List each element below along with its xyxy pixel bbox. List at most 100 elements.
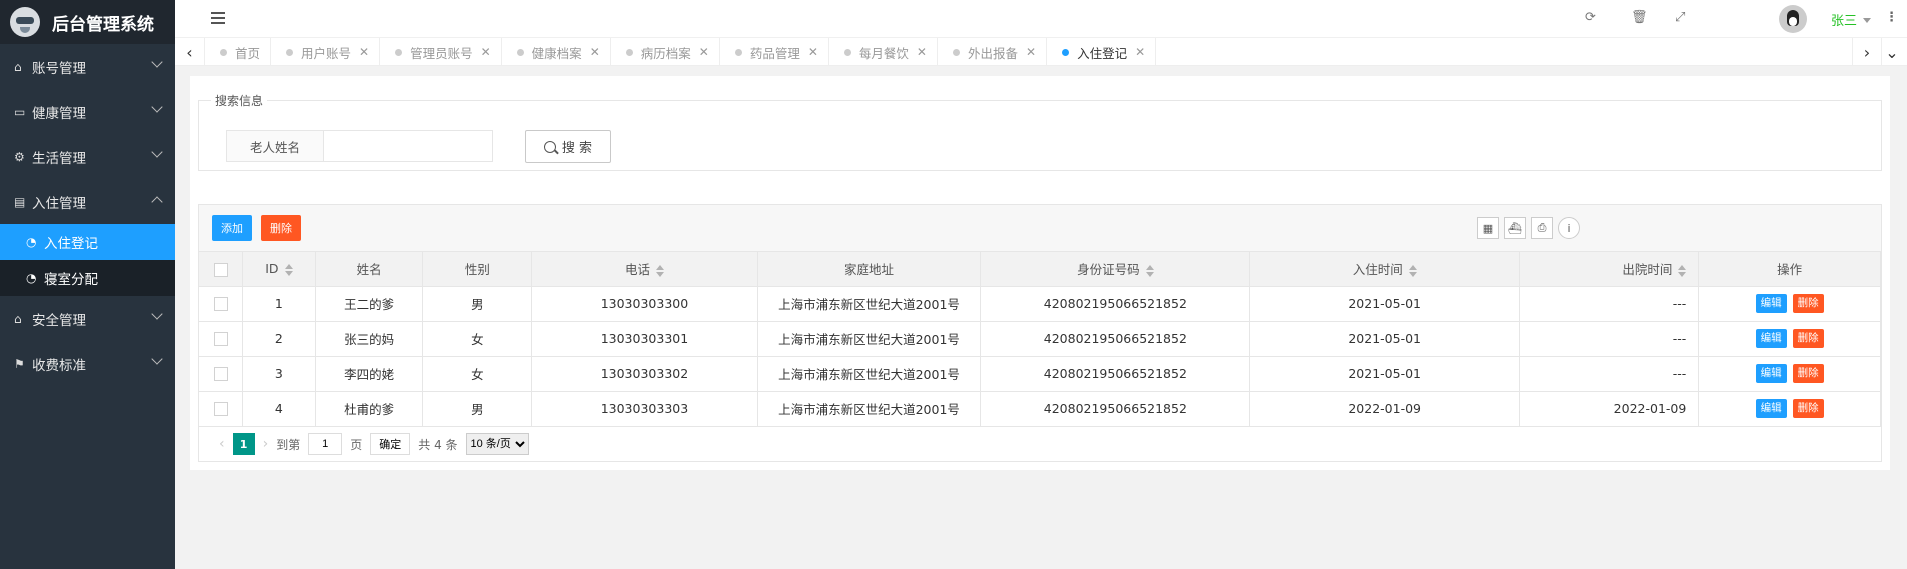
current-page-button[interactable]: 1 — [232, 433, 255, 455]
row-checkbox[interactable] — [213, 297, 228, 312]
tab-dot-icon — [843, 48, 851, 56]
flag-icon: ⚑ — [14, 356, 25, 371]
tab-scroll-left-icon[interactable]: ‹ — [175, 38, 205, 66]
sidebar-item-label: 入住管理 — [32, 195, 86, 212]
sidebar-item-label: 安全管理 — [32, 312, 86, 329]
cell-gender: 男 — [422, 286, 533, 322]
sidebar-item[interactable]: ▭ 健康管理 — [0, 89, 175, 134]
delete-button[interactable]: 删除 — [1792, 294, 1824, 313]
edit-button[interactable]: 编辑 — [1755, 364, 1787, 383]
sort-icon[interactable] — [655, 264, 664, 277]
tab-label: 健康档案 — [531, 45, 582, 61]
delete-button[interactable]: 删除 — [1792, 364, 1824, 383]
sidebar-item[interactable]: ⌂ 安全管理 — [0, 296, 175, 341]
cell-phone: 13030303303 — [531, 391, 758, 427]
search-legend: 搜索信息 — [215, 94, 264, 108]
col-header-id[interactable]: ID — [242, 252, 316, 287]
row-checkbox[interactable] — [213, 402, 228, 417]
col-header-phone[interactable]: 电话 — [531, 252, 758, 287]
edit-button[interactable]: 编辑 — [1755, 294, 1787, 313]
tab[interactable]: 健康档案 ✕ — [502, 38, 611, 66]
close-icon[interactable]: ✕ — [590, 45, 600, 59]
row-select-cell — [199, 356, 244, 392]
table-toolbar: 添加 删除 ▦ ⛴ ⎙ i — [199, 205, 1881, 252]
edit-button[interactable]: 编辑 — [1755, 399, 1787, 418]
cell-checkin: 2021-05-01 — [1249, 321, 1521, 357]
sort-icon[interactable] — [1678, 264, 1687, 277]
sort-icon[interactable] — [284, 263, 293, 276]
sidebar-item[interactable]: ▤ 入住管理 — [0, 179, 175, 224]
tab[interactable]: 外出报备 ✕ — [938, 38, 1048, 66]
search-button[interactable]: 搜 索 — [525, 130, 611, 163]
cell-id: 2 — [242, 321, 316, 357]
more-menu-icon[interactable]: ⋮ — [1885, 10, 1898, 25]
close-icon[interactable]: ✕ — [481, 45, 491, 59]
row-select-cell — [199, 391, 244, 427]
col-header-actions: 操作 — [1698, 252, 1881, 287]
goto-page-input[interactable] — [308, 433, 343, 455]
col-header-checkin[interactable]: 入住时间 — [1249, 252, 1521, 287]
cell-checkout: --- — [1519, 356, 1700, 392]
tab-label: 药品管理 — [749, 45, 800, 61]
close-icon[interactable]: ✕ — [917, 45, 927, 59]
sidebar-item[interactable]: ⚙ 生活管理 — [0, 134, 175, 179]
close-icon[interactable]: ✕ — [808, 45, 818, 59]
username-dropdown[interactable]: 张三 — [1831, 10, 1871, 29]
refresh-icon[interactable]: ⟳ — [1585, 10, 1596, 25]
select-all-checkbox[interactable] — [213, 262, 228, 277]
tabs-container: 首页 用户账号 ✕ 管理员账号 ✕ 健康档案 ✕ 病历档案 ✕ 药品管理 ✕ 每月餐饮 ✕ 外出报备 ✕ 入住… — [205, 38, 1157, 66]
tab-label: 每月餐饮 — [858, 45, 909, 61]
close-icon[interactable]: ✕ — [1135, 45, 1145, 59]
cell-actions: 编辑 删除 — [1698, 356, 1881, 392]
goto-label: 到第 — [276, 437, 301, 452]
tab[interactable]: 管理员账号 ✕ — [380, 38, 502, 66]
goto-confirm-button[interactable]: 确定 — [370, 433, 411, 455]
sidebar-item[interactable]: ⌂ 账号管理 — [0, 44, 175, 89]
col-header-checkout[interactable]: 出院时间 — [1519, 252, 1700, 287]
cell-idcard: 420802195066521852 — [980, 321, 1251, 357]
tab[interactable]: 药品管理 ✕ — [720, 38, 829, 66]
tab[interactable]: 每月餐饮 ✕ — [829, 38, 938, 66]
tab-more-chevron-icon[interactable]: ⌄ — [1877, 38, 1907, 66]
sidebar-subitem[interactable]: ◔ 寝室分配 — [0, 260, 175, 296]
export-icon[interactable]: ⛴ — [1504, 217, 1526, 239]
sidebar-menu: ⌂ 账号管理 ▭ 健康管理 ⚙ 生活管理 ▤ 入住管理 ◔ 入住登记 ◔ 寝室分配 ⌂ 安全管理 ⚑ 收费标准 — [0, 44, 175, 386]
cell-id: 4 — [242, 391, 316, 427]
col-header-idcard[interactable]: 身份证号码 — [980, 252, 1251, 287]
sidebar-item[interactable]: ⚑ 收费标准 — [0, 341, 175, 386]
delete-button[interactable]: 删除 — [1792, 329, 1824, 348]
close-icon[interactable]: ✕ — [699, 45, 709, 59]
page-size-select[interactable]: 10 条/页 — [465, 433, 529, 455]
print-icon[interactable]: ⎙ — [1531, 217, 1553, 239]
col-header-name: 姓名 — [315, 252, 424, 287]
tab[interactable]: 首页 — [205, 38, 272, 66]
tab[interactable]: 病历档案 ✕ — [611, 38, 720, 66]
cell-idcard: 420802195066521852 — [980, 356, 1251, 392]
sort-icon[interactable] — [1408, 264, 1417, 277]
sort-icon[interactable] — [1145, 264, 1154, 277]
table-row: 1 王二的爹男 13030303300 上海市浦东新区世纪大道2001号 4208021… — [199, 286, 1881, 322]
sidebar-subitem[interactable]: ◔ 入住登记 — [0, 224, 175, 260]
cell-checkin: 2021-05-01 — [1249, 286, 1521, 322]
menu-toggle-icon[interactable] — [211, 12, 225, 24]
batch-delete-button[interactable]: 删除 — [261, 215, 301, 241]
sidebar-item-label: 生活管理 — [32, 150, 86, 167]
prev-page-icon[interactable]: ‹ — [219, 436, 225, 452]
edit-button[interactable]: 编辑 — [1755, 329, 1787, 348]
next-page-icon[interactable]: › — [263, 436, 269, 452]
delete-button[interactable]: 删除 — [1792, 399, 1824, 418]
tab[interactable]: 用户账号 ✕ — [271, 38, 381, 66]
add-button[interactable]: 添加 — [212, 215, 252, 241]
close-icon[interactable]: ✕ — [359, 45, 369, 59]
close-icon[interactable]: ✕ — [1026, 45, 1036, 59]
trash-icon[interactable]: 🗑 — [1631, 10, 1648, 25]
row-select-cell — [199, 321, 244, 357]
fullscreen-icon[interactable]: ⤢ — [1675, 10, 1685, 25]
elder-name-input[interactable] — [323, 130, 493, 162]
row-checkbox[interactable] — [213, 367, 228, 382]
row-checkbox[interactable] — [213, 332, 228, 347]
user-avatar[interactable] — [1779, 5, 1807, 33]
tab[interactable]: 入住登记 ✕ — [1047, 38, 1157, 66]
columns-filter-icon[interactable]: ▦ — [1477, 217, 1499, 239]
info-icon[interactable]: i — [1558, 217, 1580, 239]
